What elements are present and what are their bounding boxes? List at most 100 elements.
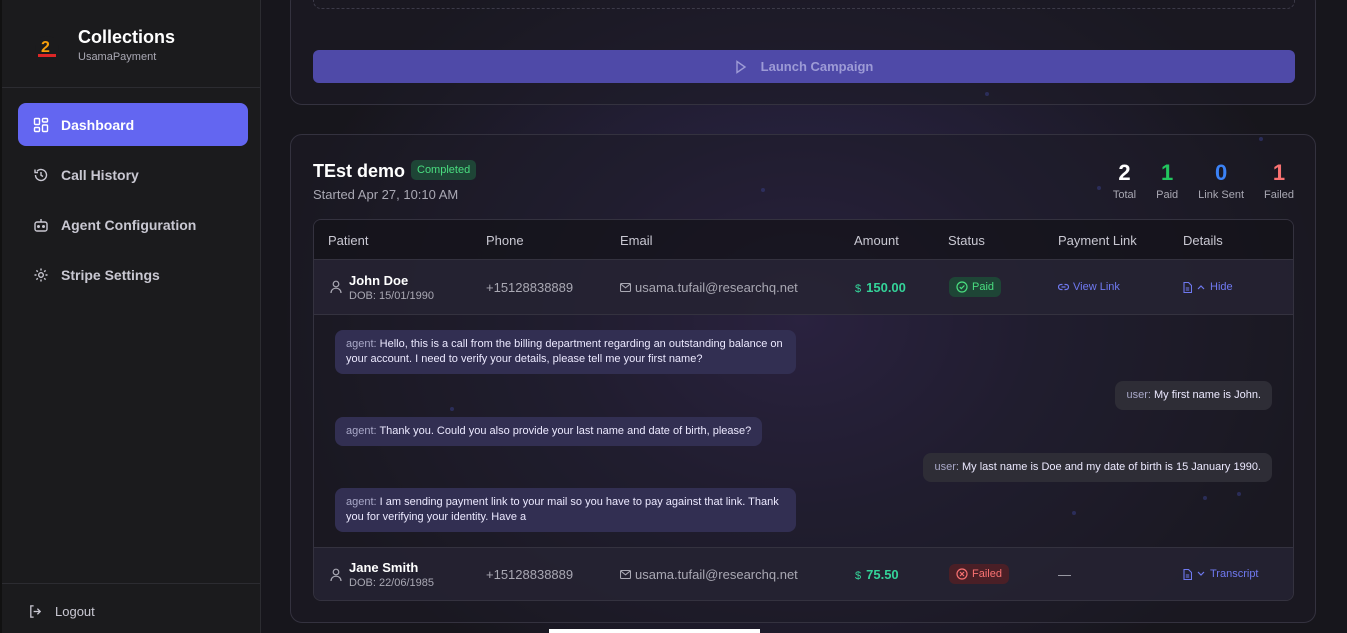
- currency-symbol: $: [855, 283, 862, 295]
- launch-campaign-label: Launch Campaign: [760, 59, 874, 74]
- user-icon: [330, 568, 342, 582]
- patient-email: usama.tufail@researchq.net: [620, 280, 798, 295]
- view-link-button[interactable]: View Link: [1058, 281, 1120, 293]
- stat-value: 2: [1118, 160, 1131, 185]
- column-header: Details: [1183, 233, 1223, 248]
- sidebar: 2 Collections UsamaPayment Dashboard Cal…: [0, 0, 261, 633]
- upload-dropzone[interactable]: [313, 0, 1295, 9]
- stat-label: Paid: [1156, 189, 1179, 201]
- show-transcript-button[interactable]: Transcript: [1183, 568, 1259, 580]
- user-icon: [330, 280, 342, 294]
- logout-button[interactable]: Logout: [28, 604, 95, 619]
- details-label: Hide: [1210, 281, 1233, 293]
- patient-name: Jane Smith: [349, 560, 419, 575]
- launch-campaign-button[interactable]: Launch Campaign: [313, 50, 1295, 83]
- gear-icon: [34, 268, 48, 281]
- view-link-label: View Link: [1073, 281, 1120, 293]
- transcript-message-agent: agent: Thank you. Could you also provide…: [335, 417, 763, 446]
- sidebar-item-dashboard[interactable]: Dashboard: [18, 103, 248, 146]
- speaker-label: agent:: [346, 496, 377, 508]
- speaker-label: agent:: [346, 338, 377, 350]
- message-text: My last name is Doe and my date of birth…: [962, 461, 1261, 473]
- column-header: Email: [620, 233, 653, 248]
- patient-phone: +15128838889: [486, 280, 574, 295]
- column-header: Amount: [854, 233, 899, 248]
- patient-phone: +15128838889: [486, 567, 574, 582]
- message-text: I am sending payment link to your mail s…: [346, 496, 779, 523]
- speaker-label: agent:: [346, 425, 377, 437]
- mail-icon: [620, 283, 631, 292]
- divider: [2, 87, 260, 88]
- stat-label: Link Sent: [1198, 189, 1245, 201]
- status-badge: Completed: [411, 160, 477, 180]
- status-cell: Failed: [949, 564, 1009, 584]
- logout-label: Logout: [55, 604, 95, 619]
- call-transcript: agent: Hello, this is a call from the bi…: [314, 315, 1293, 547]
- sidebar-item-label: Dashboard: [61, 116, 135, 133]
- hide-transcript-button[interactable]: Hide: [1183, 281, 1233, 293]
- patient-dob: DOB: 15/01/1990: [349, 290, 435, 302]
- sidebar-item-call-history[interactable]: Call History: [18, 153, 248, 196]
- stat-label: Failed: [1264, 189, 1294, 201]
- sidebar-item-label: Call History: [61, 166, 139, 183]
- status-text: Failed: [972, 568, 1002, 580]
- scroll-indicator: [549, 629, 760, 633]
- table-row: Jane Smith DOB: 22/06/1985 +15128838889 …: [314, 547, 1293, 600]
- payment-link-empty: —: [1058, 567, 1071, 582]
- link-icon: [1058, 283, 1069, 291]
- message-text: My first name is John.: [1154, 389, 1261, 401]
- column-header: Patient: [328, 233, 369, 248]
- document-icon: [1183, 568, 1192, 580]
- patient-amount: $150.00: [855, 280, 906, 295]
- status-badge-paid: Paid: [949, 277, 1002, 297]
- column-header: Status: [948, 233, 985, 248]
- details-label: Transcript: [1210, 568, 1259, 580]
- currency-symbol: $: [855, 570, 862, 582]
- stat-total: 2 Total: [1113, 160, 1136, 202]
- sidebar-item-stripe-settings[interactable]: Stripe Settings: [18, 253, 248, 296]
- dashboard-icon: [33, 117, 49, 132]
- sidebar-item-agent-configuration[interactable]: Agent Configuration: [18, 203, 248, 246]
- amount-value: 75.50: [866, 567, 899, 582]
- campaign-stats: 2 Total 1 Paid 0 Link Sent 1 Failed: [1093, 160, 1294, 202]
- campaign-started: Started Apr 27, 10:10 AM: [313, 187, 459, 202]
- stat-failed: 1 Failed: [1264, 160, 1294, 202]
- sidebar-item-label: Stripe Settings: [61, 266, 160, 283]
- logout-icon: [30, 605, 42, 618]
- campaign-card: TEst demo Completed Started Apr 27, 10:1…: [290, 134, 1316, 623]
- stat-paid: 1 Paid: [1156, 160, 1179, 202]
- chevron-down-icon: [1197, 571, 1205, 576]
- stat-link-sent: 0 Link Sent: [1198, 160, 1245, 202]
- svg-text:2: 2: [41, 39, 50, 56]
- status-text: Paid: [972, 281, 995, 293]
- email-text: usama.tufail@researchq.net: [635, 280, 798, 295]
- patient-name: John Doe: [349, 273, 409, 288]
- app-logo: 2: [30, 30, 64, 64]
- transcript-message-user: user: My first name is John.: [1115, 381, 1272, 410]
- sidebar-item-label: Agent Configuration: [61, 216, 197, 233]
- speaker-label: user:: [1126, 389, 1151, 401]
- chevron-up-icon: [1197, 285, 1205, 290]
- transcript-message-user: user: My last name is Doe and my date of…: [923, 453, 1272, 482]
- mail-icon: [620, 570, 631, 579]
- stat-value: 1: [1272, 160, 1286, 185]
- email-text: usama.tufail@researchq.net: [635, 567, 798, 582]
- document-icon: [1183, 281, 1192, 293]
- transcript-message-agent: agent: Hello, this is a call from the bi…: [335, 330, 796, 374]
- campaign-setup-card: Launch Campaign: [290, 0, 1316, 105]
- amount-value: 150.00: [866, 280, 906, 295]
- status-cell: Paid: [949, 277, 1002, 297]
- patients-table: Patient Phone Email Amount Status Paymen…: [313, 219, 1294, 601]
- patient-amount: $75.50: [855, 567, 899, 582]
- status-badge-failed: Failed: [949, 564, 1009, 584]
- message-text: Hello, this is a call from the billing d…: [346, 338, 783, 365]
- campaign-title: TEst demo: [313, 161, 406, 181]
- stat-value: 0: [1214, 160, 1228, 185]
- app-title: Collections: [78, 27, 176, 47]
- transcript-message-agent: agent: I am sending payment link to your…: [335, 488, 796, 532]
- main-content: Launch Campaign TEst demo Completed Star…: [261, 0, 1347, 633]
- table-row: John Doe DOB: 15/01/1990 +15128838889 us…: [314, 260, 1293, 315]
- patient-email: usama.tufail@researchq.net: [620, 567, 798, 582]
- stat-value: 1: [1161, 160, 1174, 185]
- app-subtitle: UsamaPayment: [78, 51, 157, 63]
